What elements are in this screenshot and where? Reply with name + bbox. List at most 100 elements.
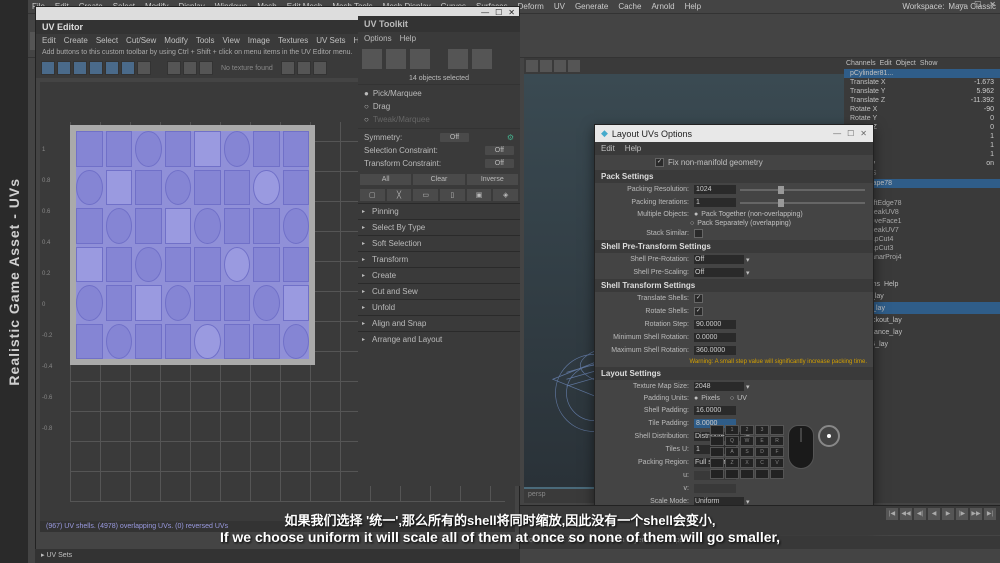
uv-tool-icon[interactable] (297, 61, 311, 75)
pack-settings-header[interactable]: Pack Settings (595, 170, 873, 183)
stack-similar-checkbox[interactable] (694, 229, 703, 238)
uv-tool-icon[interactable] (167, 61, 181, 75)
max-rotation-input[interactable] (694, 346, 736, 355)
viewport-icon[interactable] (540, 60, 552, 72)
chevron-down-icon[interactable]: ▾ (744, 269, 750, 277)
btn-inverse[interactable]: Inverse (467, 174, 518, 185)
toolkit-cutandsew[interactable]: Cut and Sew (358, 283, 520, 299)
convert-icon[interactable]: ▯ (440, 189, 465, 201)
texture-map-size-select[interactable]: 2048 (694, 382, 744, 391)
pre-rotation-select[interactable]: Off (694, 255, 744, 264)
btn-clear[interactable]: Clear (413, 174, 464, 185)
dialog-minimize-icon[interactable]: — (833, 129, 841, 138)
radio-pack-separately[interactable]: ○ (690, 220, 694, 227)
toolkit-transform[interactable]: Transform (358, 251, 520, 267)
uv-tool-icon[interactable] (89, 61, 103, 75)
uv-sets-bar[interactable]: ▸ UV Sets (35, 549, 520, 563)
toolkit-pinning[interactable]: Pinning (358, 203, 520, 219)
play-end-button[interactable]: ▶| (984, 508, 996, 520)
maximize-icon[interactable]: ☐ (974, 0, 981, 9)
v-input[interactable] (694, 484, 736, 493)
minimize-icon[interactable]: — (958, 0, 966, 9)
uv-tool-icon[interactable] (41, 61, 55, 75)
toolkit-selectbytype[interactable]: Select By Type (358, 219, 520, 235)
cb-tab-object[interactable]: Object (896, 60, 916, 67)
toolkit-create[interactable]: Create (358, 267, 520, 283)
cb-tab-show[interactable]: Show (920, 60, 938, 67)
tweak-mode[interactable]: Tweak/Marquee (369, 115, 514, 124)
menu-generate[interactable]: Generate (575, 2, 608, 11)
uv-menu-image[interactable]: Image (248, 36, 270, 45)
cb-tab-channels[interactable]: Channels (846, 60, 876, 67)
dialog-title-bar[interactable]: ◆Layout UVs Options — ☐ ✕ (595, 125, 873, 142)
play-back-button[interactable]: ◀ (928, 508, 940, 520)
toolkit-alignsnap[interactable]: Align and Snap (358, 315, 520, 331)
rotate-shells-checkbox[interactable]: ✓ (694, 307, 703, 316)
min-rotation-input[interactable] (694, 333, 736, 342)
uv-toolkit-icon[interactable] (448, 49, 468, 69)
toolkit-softselection[interactable]: Soft Selection (358, 235, 520, 251)
uv-menu-uvsets[interactable]: UV Sets (316, 36, 345, 45)
uv-tool-icon[interactable] (281, 61, 295, 75)
menu-arnold[interactable]: Arnold (651, 2, 674, 11)
close-icon[interactable]: ✕ (989, 0, 996, 9)
rotation-step-input[interactable] (694, 320, 736, 329)
uv-menu-create[interactable]: Create (64, 36, 88, 45)
uv-tool-icon[interactable] (183, 61, 197, 75)
drag-mode[interactable]: Drag (369, 102, 514, 111)
uv-tool-icon[interactable] (137, 61, 151, 75)
uv-menu-select[interactable]: Select (96, 36, 118, 45)
transform-settings-header[interactable]: Shell Transform Settings (595, 279, 873, 292)
uv-tool-icon[interactable] (199, 61, 213, 75)
layout-settings-header[interactable]: Layout Settings (595, 367, 873, 380)
cb-object-name[interactable]: pCylinder81... (850, 70, 893, 77)
pre-scaling-select[interactable]: Off (694, 268, 744, 277)
convert-icon[interactable]: ▣ (467, 189, 492, 201)
uv-menu-tools[interactable]: Tools (196, 36, 215, 45)
uv-tool-icon[interactable] (57, 61, 71, 75)
uv-menu-view[interactable]: View (223, 36, 240, 45)
toolkit-unfold[interactable]: Unfold (358, 299, 520, 315)
uv-toolkit-icon[interactable] (386, 49, 406, 69)
uv-tool-icon[interactable] (105, 61, 119, 75)
convert-icon[interactable]: ╳ (387, 189, 412, 201)
dialog-menu-edit[interactable]: Edit (601, 144, 615, 153)
uv-menu-modify[interactable]: Modify (164, 36, 188, 45)
convert-icon[interactable]: ▭ (413, 189, 438, 201)
dialog-menu-help[interactable]: Help (625, 144, 641, 153)
menu-deform[interactable]: Deform (518, 2, 544, 11)
convert-icon[interactable]: ▢ (360, 189, 385, 201)
translate-shells-checkbox[interactable]: ✓ (694, 294, 703, 303)
uv-menu-edit[interactable]: Edit (42, 36, 56, 45)
pick-marquee[interactable]: Pick/Marquee (369, 89, 514, 98)
trans-constraint-value[interactable]: Off (485, 159, 514, 168)
nonmanifold-checkbox[interactable]: ✓ (655, 158, 664, 167)
next-frame-button[interactable]: |▶ (956, 508, 968, 520)
chevron-down-icon[interactable]: ▾ (744, 383, 750, 391)
menu-cache[interactable]: Cache (618, 2, 641, 11)
packing-iterations-input[interactable] (694, 198, 736, 207)
sel-constraint-value[interactable]: Off (485, 146, 514, 155)
uv-toolkit-icon[interactable] (410, 49, 430, 69)
play-start-button[interactable]: |◀ (886, 508, 898, 520)
viewport-icon[interactable] (554, 60, 566, 72)
uv-menu-cutsew[interactable]: Cut/Sew (126, 36, 156, 45)
viewport-icon[interactable] (568, 60, 580, 72)
packing-resolution-input[interactable] (694, 185, 736, 194)
cb-tab-edit[interactable]: Edit (880, 60, 892, 67)
uv-menu-textures[interactable]: Textures (278, 36, 308, 45)
dialog-close-icon[interactable]: ✕ (860, 129, 867, 138)
step-back-button[interactable]: ◀◀ (900, 508, 912, 520)
uv-toolkit-menu-help[interactable]: Help (400, 34, 416, 43)
prev-frame-button[interactable]: ◀| (914, 508, 926, 520)
step-fwd-button[interactable]: ▶▶ (970, 508, 982, 520)
menu-help[interactable]: Help (685, 2, 701, 11)
packing-resolution-slider[interactable] (740, 189, 865, 191)
menu-uv[interactable]: UV (554, 2, 565, 11)
uv-tool-icon[interactable] (121, 61, 135, 75)
packing-iterations-slider[interactable] (740, 202, 865, 204)
toolkit-arrange[interactable]: Arrange and Layout (358, 331, 520, 347)
viewport-icon[interactable] (526, 60, 538, 72)
play-button[interactable]: ▶ (942, 508, 954, 520)
pretransform-settings-header[interactable]: Shell Pre-Transform Settings (595, 240, 873, 253)
